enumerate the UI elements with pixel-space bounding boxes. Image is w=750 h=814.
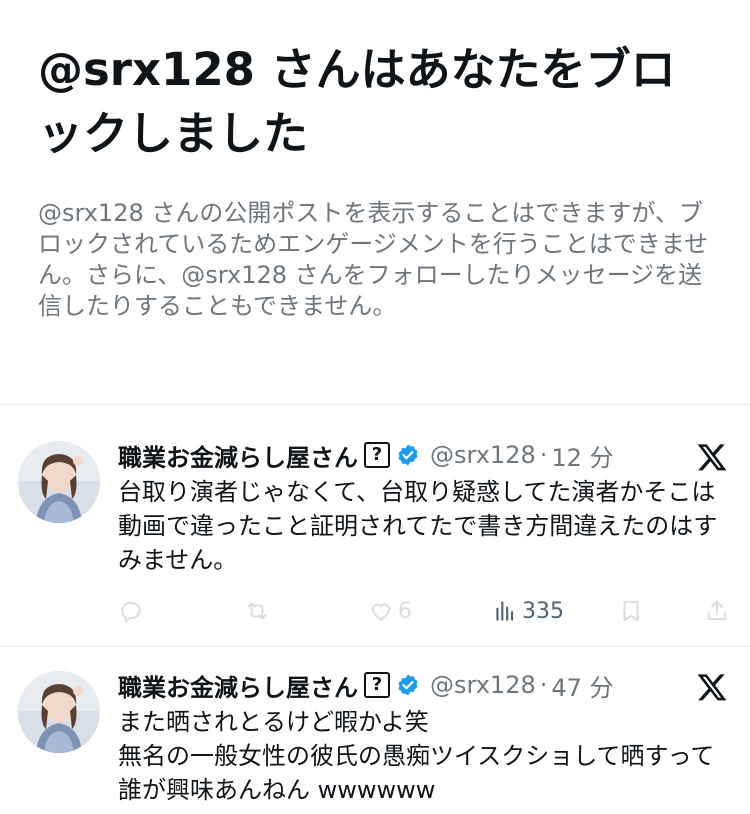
- avatar[interactable]: [18, 441, 100, 523]
- tweet-text: また晒されとるけど暇かよ笑 無名の一般女性の彼氏の愚痴ツイスクショして晒すって誰…: [118, 708, 715, 804]
- verified-badge-icon: [398, 674, 418, 696]
- timestamp[interactable]: 47 分: [551, 668, 613, 703]
- block-notice-description: @srx128 さんの公開ポストを表示することはできますが、ブロックされているた…: [38, 199, 709, 320]
- x-logo-icon[interactable]: [696, 441, 728, 473]
- verified-badge-icon: [398, 444, 418, 466]
- tweet-header: 職業お金減らし屋さん ? @srx128 · 12 分: [118, 438, 614, 473]
- timestamp[interactable]: 12 分: [551, 438, 613, 473]
- views-chart-icon: [496, 601, 514, 621]
- meta-separator: ·: [539, 441, 548, 469]
- tweet[interactable]: 職業お金減らし屋さん ? @srx128 · 47 分 また晒されとるけど暇かよ…: [0, 647, 750, 814]
- question-emoji-icon: ?: [364, 442, 390, 468]
- handle[interactable]: @srx128: [430, 671, 536, 699]
- reply-icon: [121, 601, 141, 624]
- bookmark-button[interactable]: [618, 596, 644, 626]
- views-button[interactable]: 335: [492, 596, 564, 626]
- share-icon: [707, 600, 727, 621]
- handle[interactable]: @srx128: [430, 441, 536, 469]
- question-emoji-icon: ?: [364, 672, 390, 698]
- block-notice-title: @srx128 さんはあなたをブロックしました: [38, 43, 676, 160]
- share-button[interactable]: [704, 596, 730, 626]
- like-button[interactable]: 6: [368, 596, 412, 626]
- avatar[interactable]: [18, 671, 100, 753]
- tweet-header: 職業お金減らし屋さん ? @srx128 · 47 分: [118, 668, 614, 703]
- block-notice: @srx128 さんはあなたをブロックしました @srx128 さんの公開ポスト…: [38, 38, 718, 322]
- repost-icon: [247, 602, 267, 620]
- tweet[interactable]: 職業お金減らし屋さん ? @srx128 · 12 分 台取り演者じゃなくて、台…: [0, 405, 750, 646]
- heart-icon: [371, 603, 391, 621]
- meta-separator: ·: [539, 671, 548, 699]
- display-name[interactable]: 職業お金減らし屋さん: [118, 668, 358, 703]
- tweet-actions: 6 335: [118, 596, 732, 626]
- repost-button[interactable]: [244, 596, 270, 626]
- reply-button[interactable]: [118, 596, 144, 626]
- display-name[interactable]: 職業お金減らし屋さん: [118, 438, 358, 473]
- x-logo-icon[interactable]: [696, 671, 728, 703]
- views-count: 335: [522, 598, 564, 624]
- tweet-text: 台取り演者じゃなくて、台取り疑惑してた演者かそこは動画で違ったこと証明されてたで…: [118, 478, 718, 574]
- like-count: 6: [398, 598, 412, 624]
- bookmark-icon: [623, 600, 639, 622]
